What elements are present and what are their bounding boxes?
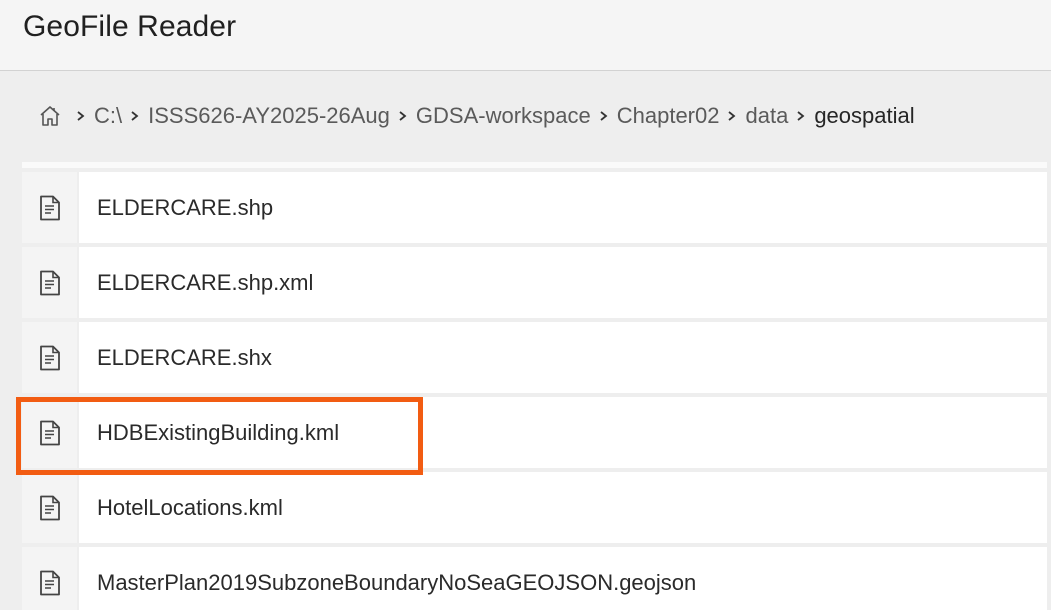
app-title: GeoFile Reader	[23, 10, 237, 43]
chevron-right-icon	[74, 109, 88, 123]
list-top-strip	[22, 162, 1047, 168]
breadcrumb-item-drive[interactable]: C:\	[94, 103, 122, 129]
breadcrumb-item-workspace[interactable]: GDSA-workspace	[416, 103, 591, 129]
file-icon-cell	[22, 172, 77, 243]
file-icon-cell	[22, 547, 77, 610]
file-name: ELDERCARE.shp	[79, 172, 1047, 243]
chevron-right-icon	[725, 109, 739, 123]
file-document-icon	[39, 420, 60, 445]
breadcrumb-item-chapter[interactable]: Chapter02	[617, 103, 720, 129]
file-row-highlighted[interactable]: HDBExistingBuilding.kml	[22, 397, 1047, 468]
breadcrumb-item-data[interactable]: data	[745, 103, 788, 129]
file-icon-cell	[22, 397, 77, 468]
chevron-right-icon	[128, 109, 142, 123]
file-name: ELDERCARE.shp.xml	[79, 247, 1047, 318]
chevron-right-icon	[597, 109, 611, 123]
breadcrumb-item-course[interactable]: ISSS626-AY2025-26Aug	[148, 103, 390, 129]
file-name: HotelLocations.kml	[79, 472, 1047, 543]
app-header: GeoFile Reader	[0, 0, 1051, 71]
file-row[interactable]: MasterPlan2019SubzoneBoundaryNoSeaGEOJSO…	[22, 547, 1047, 610]
file-icon-cell	[22, 322, 77, 393]
file-row[interactable]: ELDERCARE.shx	[22, 322, 1047, 393]
file-document-icon	[39, 495, 60, 520]
file-row[interactable]: ELDERCARE.shp.xml	[22, 247, 1047, 318]
file-name: ELDERCARE.shx	[79, 322, 1047, 393]
file-row[interactable]: HotelLocations.kml	[22, 472, 1047, 543]
breadcrumb-item-current: geospatial	[814, 103, 915, 128]
file-document-icon	[39, 195, 60, 220]
file-icon-cell	[22, 247, 77, 318]
file-document-icon	[39, 270, 60, 295]
file-document-icon	[39, 570, 60, 595]
home-icon[interactable]	[38, 104, 62, 128]
chevron-right-icon	[396, 109, 410, 123]
chevron-right-icon	[794, 109, 808, 123]
file-icon-cell	[22, 472, 77, 543]
file-list: ELDERCARE.shp ELDERCARE.shp.xml ELDERCAR…	[22, 162, 1047, 610]
file-name: MasterPlan2019SubzoneBoundaryNoSeaGEOJSO…	[79, 547, 1047, 610]
file-row[interactable]: ELDERCARE.shp	[22, 172, 1047, 243]
file-document-icon	[39, 345, 60, 370]
file-name: HDBExistingBuilding.kml	[79, 397, 1047, 468]
breadcrumb: C:\ ISSS626-AY2025-26Aug GDSA-workspace …	[38, 100, 915, 132]
